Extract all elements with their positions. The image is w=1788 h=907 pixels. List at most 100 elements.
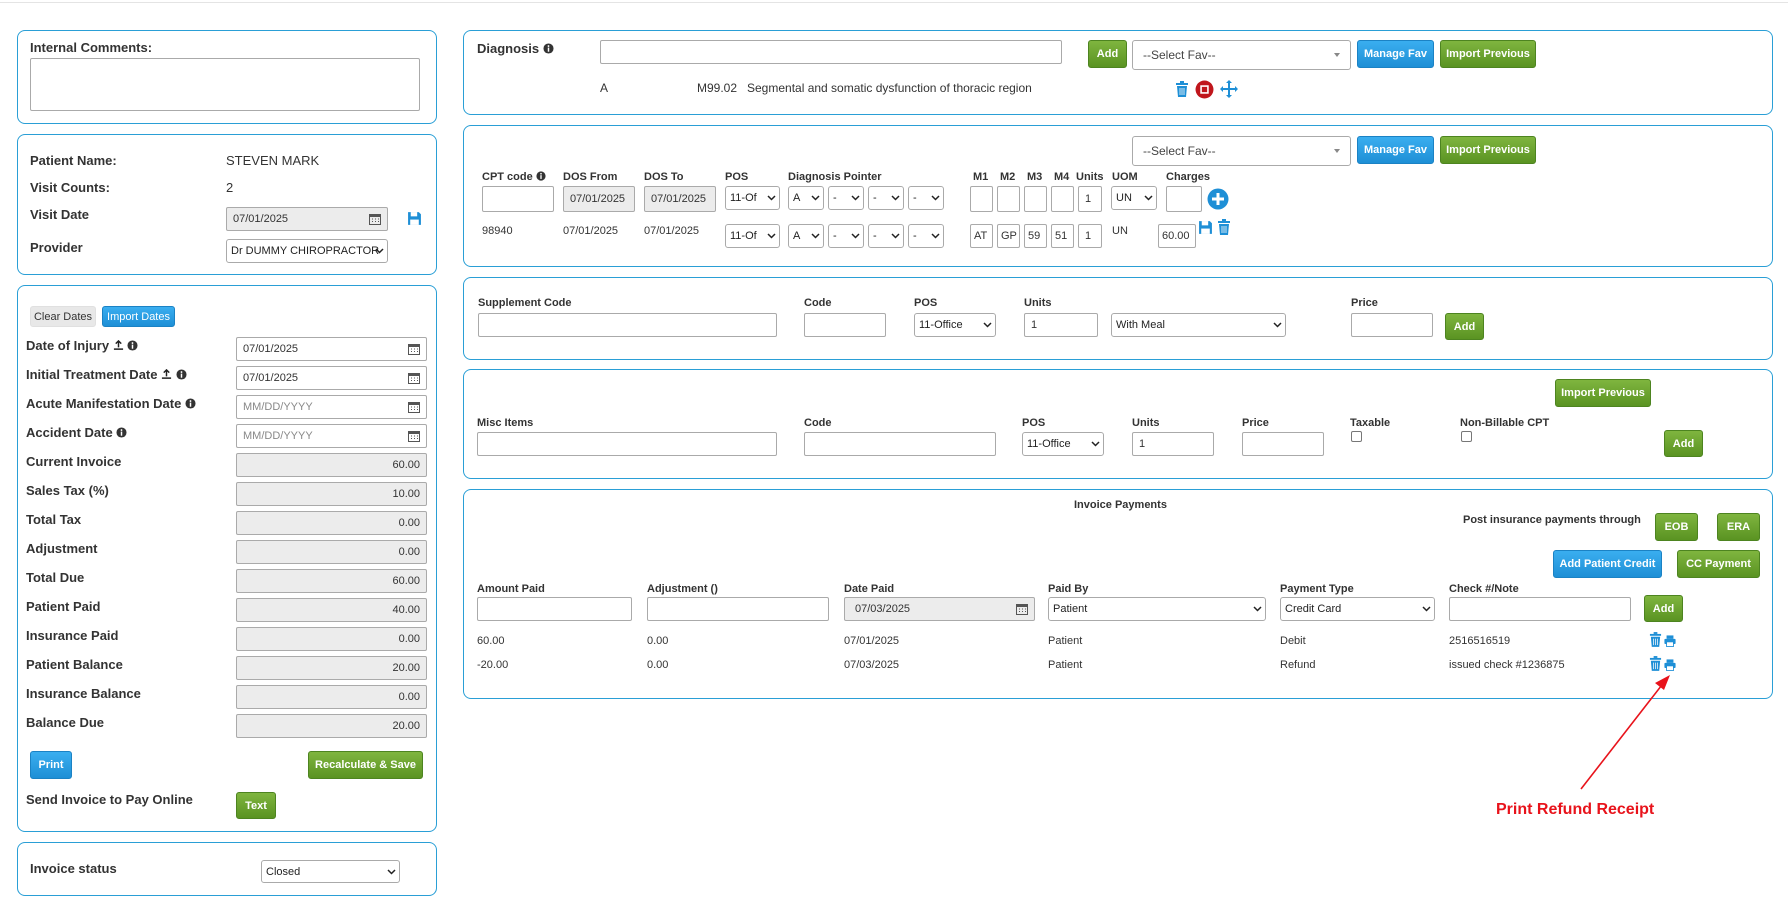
- misc-price-input[interactable]: [1242, 432, 1324, 456]
- cpt-manage-fav-button[interactable]: Manage Fav: [1357, 136, 1434, 164]
- cc-payment-button[interactable]: CC Payment: [1677, 550, 1760, 578]
- m4-input[interactable]: [1051, 186, 1074, 212]
- paid-by-select[interactable]: Patient: [1048, 597, 1266, 621]
- eob-button[interactable]: EOB: [1655, 513, 1698, 541]
- trash-icon[interactable]: [1649, 656, 1662, 671]
- save-icon[interactable]: [407, 211, 422, 226]
- diagnosis-add-button[interactable]: Add: [1088, 40, 1127, 68]
- clear-dates-button[interactable]: Clear Dates: [30, 306, 96, 327]
- supplement-code-input[interactable]: [478, 313, 777, 337]
- cpt-fav-select[interactable]: --Select Fav--: [1132, 136, 1351, 166]
- m2-input[interactable]: [997, 186, 1020, 212]
- acute-manifestation-input[interactable]: MM/DD/YYYY: [236, 395, 427, 419]
- save-icon[interactable]: [1198, 220, 1213, 235]
- add-circle-icon[interactable]: [1207, 188, 1229, 210]
- diagnosis-search-input[interactable]: [600, 40, 1062, 64]
- misc-pos-select[interactable]: 11-Office: [1022, 432, 1104, 456]
- charges-input[interactable]: 60.00: [1158, 224, 1196, 248]
- amount-paid-header: Amount Paid: [477, 583, 545, 595]
- dx-pointer-select[interactable]: -: [908, 186, 944, 210]
- supplement-pos-select[interactable]: 11-Office: [914, 313, 996, 337]
- summary-value: 40.00: [236, 598, 427, 622]
- pos-select[interactable]: 11-Of: [725, 224, 780, 248]
- import-dates-button[interactable]: Import Dates: [102, 306, 175, 327]
- supplement-meal-select[interactable]: With Meal: [1111, 313, 1286, 337]
- calendar-icon[interactable]: [408, 343, 420, 355]
- diagnosis-description: Segmental and somatic dysfunction of tho…: [747, 81, 1032, 95]
- dx-pointer-select[interactable]: -: [828, 186, 864, 210]
- misc-units-input[interactable]: 1: [1132, 432, 1214, 456]
- units-input[interactable]: 1: [1078, 186, 1102, 212]
- dos-from-input[interactable]: 07/01/2025: [563, 186, 635, 212]
- diagnosis-import-previous-button[interactable]: Import Previous: [1440, 40, 1536, 68]
- misc-taxable-checkbox[interactable]: [1351, 431, 1362, 442]
- trash-icon[interactable]: [1175, 81, 1189, 97]
- accident-date-input[interactable]: MM/DD/YYYY: [236, 424, 427, 448]
- payment-type-select[interactable]: Credit Card: [1280, 597, 1435, 621]
- dos-to-input[interactable]: 07/01/2025: [644, 186, 716, 212]
- pos-select[interactable]: 11-Of: [725, 186, 780, 210]
- supplement-units-input[interactable]: 1: [1024, 313, 1098, 337]
- upload-icon[interactable]: [161, 368, 172, 380]
- upload-icon[interactable]: [113, 339, 124, 351]
- cpt-import-previous-button[interactable]: Import Previous: [1440, 136, 1536, 164]
- m3-input[interactable]: [1024, 186, 1047, 212]
- invoice-status-value: Closed: [266, 865, 301, 878]
- m4-input[interactable]: 51: [1051, 224, 1074, 248]
- dx-pointer-select[interactable]: -: [868, 186, 904, 210]
- visit-date-input[interactable]: 07/01/2025: [226, 207, 388, 231]
- adjustment-input[interactable]: [647, 597, 829, 621]
- date-paid-input[interactable]: 07/03/2025: [844, 597, 1035, 621]
- date-of-injury-input[interactable]: 07/01/2025: [236, 337, 427, 361]
- supplement-add-button[interactable]: Add: [1445, 313, 1484, 340]
- diagnosis-manage-fav-button[interactable]: Manage Fav: [1357, 40, 1434, 68]
- print-button[interactable]: Print: [30, 751, 72, 779]
- era-button[interactable]: ERA: [1717, 513, 1760, 541]
- supplement-price-input[interactable]: [1351, 313, 1433, 337]
- payment-add-button[interactable]: Add: [1644, 595, 1683, 622]
- misc-nonbillable-checkbox[interactable]: [1461, 431, 1472, 442]
- calendar-icon[interactable]: [408, 401, 420, 413]
- trash-icon[interactable]: [1217, 219, 1231, 235]
- uom-select[interactable]: UN: [1111, 186, 1157, 210]
- print-refund-icon[interactable]: [1664, 659, 1676, 671]
- cpt-code-input[interactable]: [482, 186, 554, 212]
- m1-input[interactable]: [970, 186, 993, 212]
- provider-label: Provider: [30, 240, 83, 255]
- charges-input[interactable]: [1166, 186, 1202, 212]
- dx-pointer-select[interactable]: -: [828, 224, 864, 248]
- dx-pointer-select[interactable]: -: [908, 224, 944, 248]
- diagnosis-fav-select[interactable]: --Select Fav--: [1132, 40, 1351, 70]
- calendar-icon[interactable]: [369, 213, 381, 225]
- m2-input[interactable]: GP: [997, 224, 1020, 248]
- print-icon[interactable]: [1664, 635, 1676, 647]
- recalculate-save-button[interactable]: Recalculate & Save: [308, 751, 423, 779]
- text-button[interactable]: Text: [236, 792, 276, 819]
- calendar-icon[interactable]: [1016, 603, 1028, 615]
- dx-pointer-select[interactable]: A: [788, 224, 824, 248]
- dx-pointer-select[interactable]: A: [788, 186, 824, 210]
- stop-icon[interactable]: [1195, 80, 1214, 99]
- misc-add-button[interactable]: Add: [1664, 430, 1703, 457]
- misc-import-previous-button[interactable]: Import Previous: [1555, 379, 1651, 407]
- move-icon[interactable]: [1220, 80, 1238, 98]
- m1-input[interactable]: AT: [970, 224, 993, 248]
- m3-input[interactable]: 59: [1024, 224, 1047, 248]
- dx-pointer-select[interactable]: -: [868, 224, 904, 248]
- units-input[interactable]: 1: [1078, 224, 1102, 248]
- amount-paid-input[interactable]: [477, 597, 632, 621]
- misc-items-input[interactable]: [477, 432, 777, 456]
- internal-comments-textarea[interactable]: [30, 58, 420, 111]
- trash-icon[interactable]: [1649, 632, 1662, 647]
- misc-code-input[interactable]: [804, 432, 996, 456]
- calendar-icon[interactable]: [408, 372, 420, 384]
- add-patient-credit-button[interactable]: Add Patient Credit: [1553, 550, 1662, 578]
- summary-value: 0.00: [236, 685, 427, 709]
- invoice-status-select[interactable]: Closed: [261, 860, 400, 883]
- chevron-down-icon: [1144, 195, 1153, 201]
- initial-treatment-input[interactable]: 07/01/2025: [236, 366, 427, 390]
- check-note-input[interactable]: [1449, 597, 1631, 621]
- provider-select[interactable]: Dr DUMMY CHIROPRACTOR: [226, 239, 388, 263]
- supplement-code2-input[interactable]: [804, 313, 886, 337]
- calendar-icon[interactable]: [408, 430, 420, 442]
